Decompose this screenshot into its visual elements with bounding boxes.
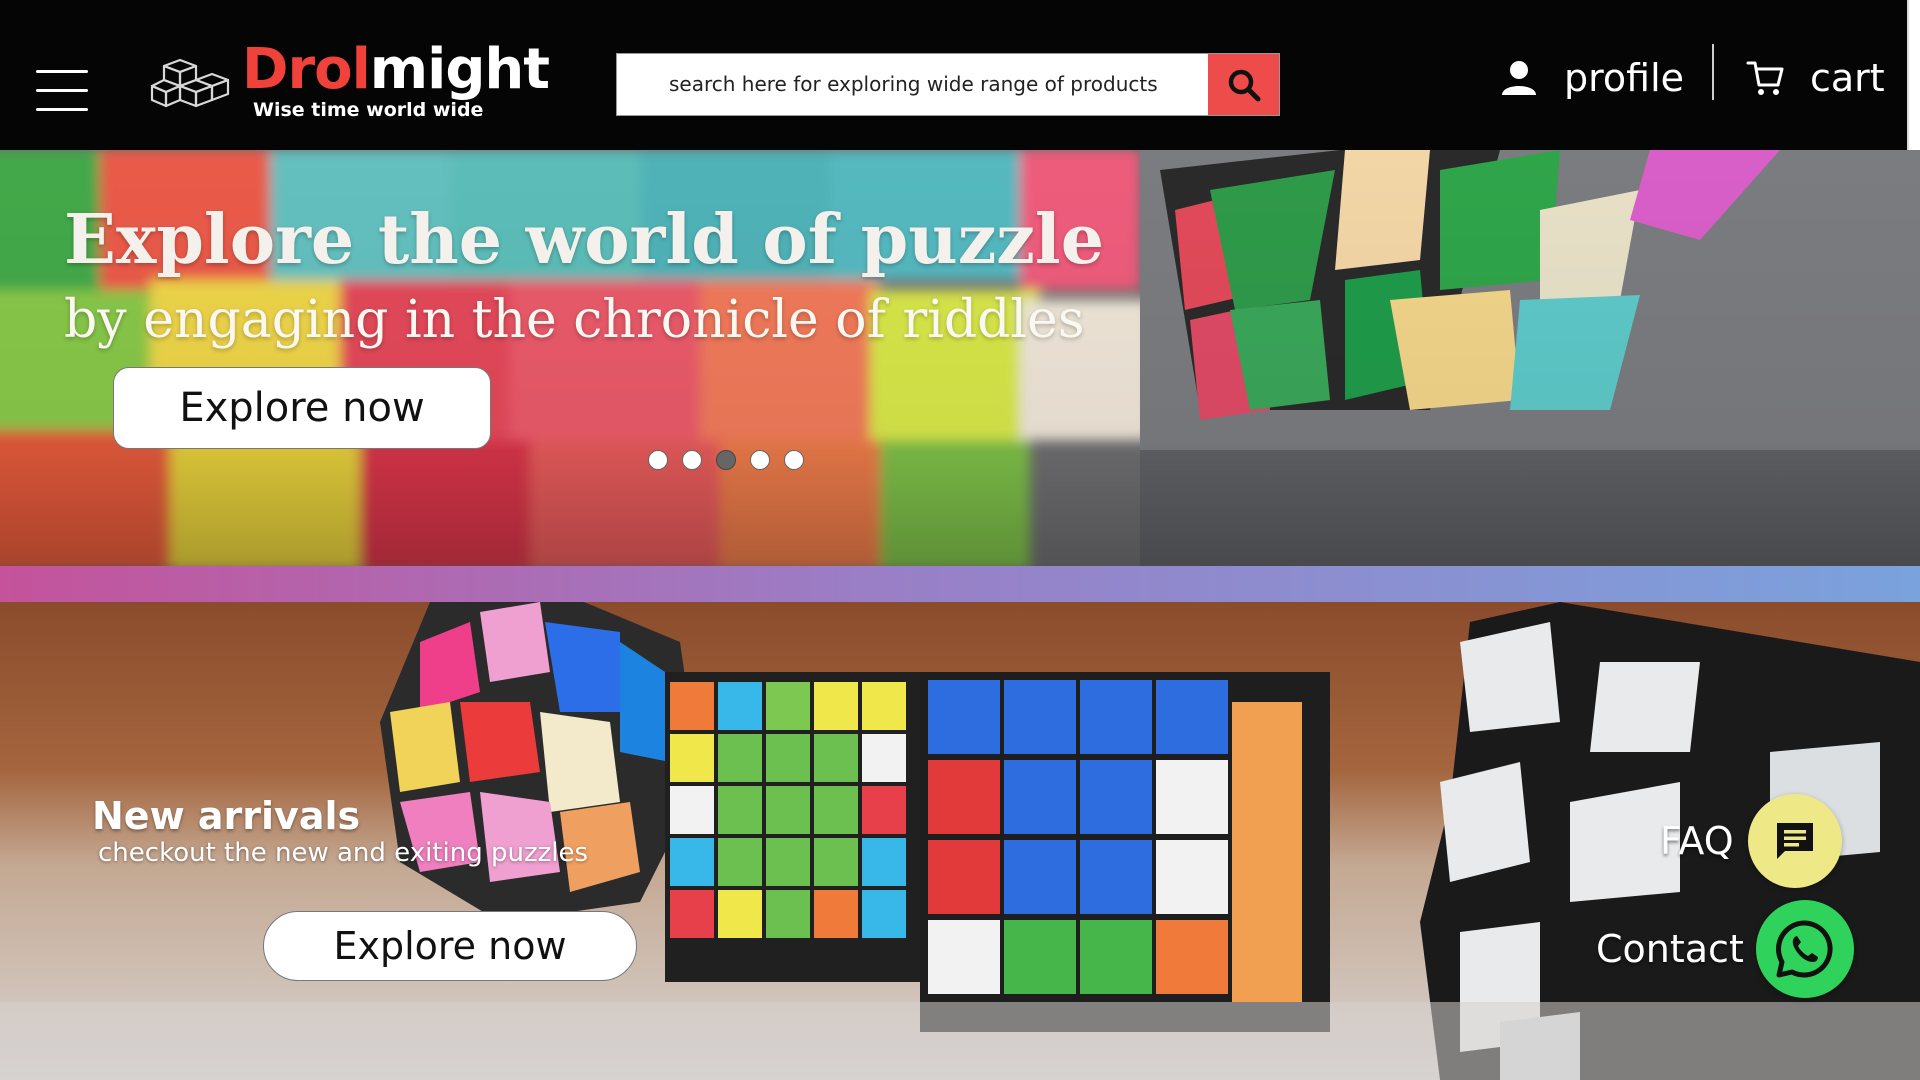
menu-icon[interactable]: [36, 70, 88, 112]
profile-link[interactable]: profile: [1500, 48, 1684, 108]
search-input[interactable]: search here for exploring wide range of …: [669, 54, 1158, 115]
new-arrivals-title: New arrivals: [92, 794, 361, 838]
user-icon: [1502, 61, 1536, 95]
hero-title: Explore the world of puzzle: [64, 200, 1105, 280]
faq-label: FAQ: [1660, 819, 1734, 863]
whatsapp-icon: [1775, 920, 1833, 978]
carousel-indicators: [648, 450, 804, 470]
new-arrivals-explore-button[interactable]: Explore now: [263, 911, 637, 981]
search-icon: [1228, 69, 1260, 101]
carousel-dot-4[interactable]: [750, 450, 770, 470]
carousel-dot-1[interactable]: [648, 450, 668, 470]
new-arrivals-banner: New arrivals checkout the new and exitin…: [0, 602, 1920, 1080]
carousel-dot-2[interactable]: [682, 450, 702, 470]
chat-icon: [1776, 823, 1813, 859]
hero-banner: Explore the world of puzzle by engaging …: [0, 150, 1920, 566]
section-divider-strip: [0, 566, 1920, 602]
contact-button[interactable]: Contact: [1596, 900, 1854, 998]
contact-label: Contact: [1596, 927, 1744, 971]
brand-logo[interactable]: Drolmight Wise time world wide: [150, 38, 550, 128]
header-divider: [1712, 44, 1714, 100]
carousel-dot-3-active[interactable]: [716, 450, 736, 470]
cart-icon: [1746, 61, 1784, 95]
new-arrivals-subtitle: checkout the new and exiting puzzles: [98, 838, 589, 868]
profile-label: profile: [1564, 56, 1685, 100]
cart-label: cart: [1810, 56, 1885, 100]
faq-button[interactable]: FAQ: [1660, 794, 1842, 888]
search-button[interactable]: [1208, 54, 1279, 115]
hero-explore-button[interactable]: Explore now: [113, 367, 491, 449]
cubes-logo-icon: [150, 58, 230, 108]
brand-tagline: Wise time world wide: [253, 99, 484, 121]
hero-subtitle: by engaging in the chronicle of riddles: [64, 290, 1085, 350]
site-header: Drolmight Wise time world wide search he…: [0, 0, 1909, 150]
carousel-dot-5[interactable]: [784, 450, 804, 470]
cart-link[interactable]: cart: [1746, 48, 1885, 108]
brand-name: Drolmight: [242, 37, 550, 102]
faq-icon-circle: [1747, 794, 1842, 888]
search-bar: search here for exploring wide range of …: [616, 53, 1280, 116]
whatsapp-icon-circle: [1755, 900, 1854, 998]
